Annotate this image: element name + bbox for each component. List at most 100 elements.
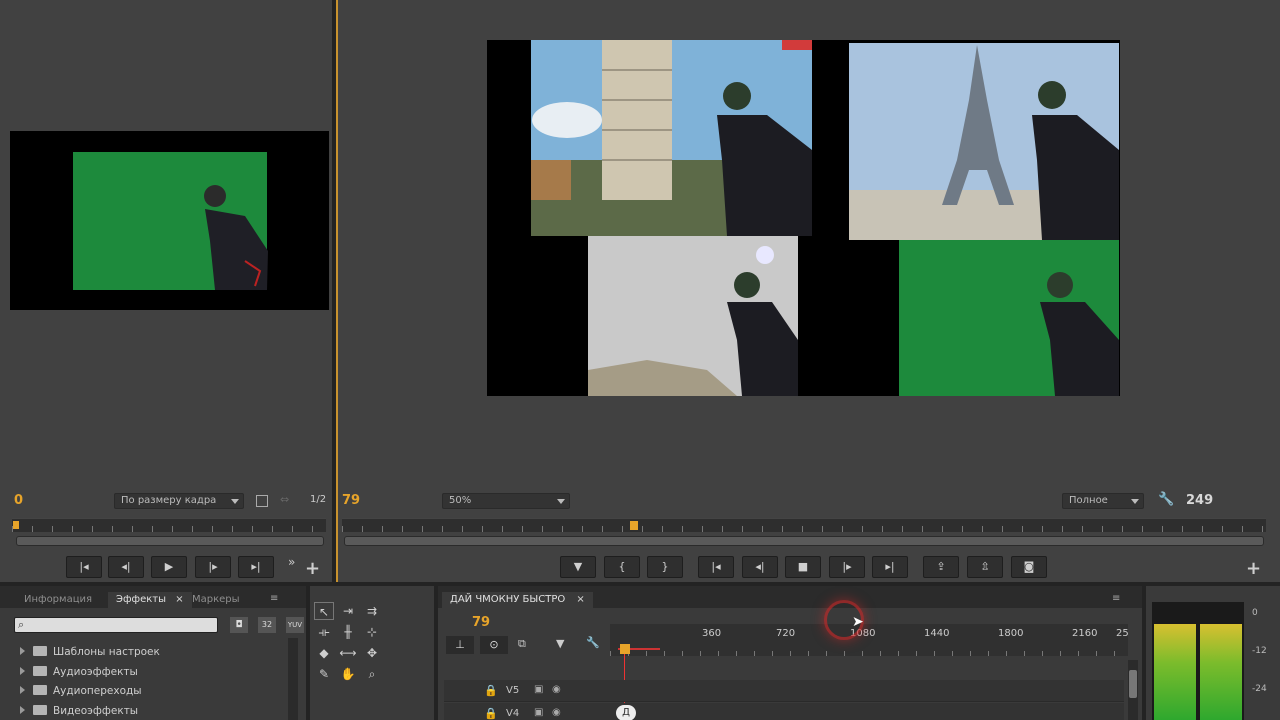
slip-tool-icon[interactable]: ⟷ (338, 644, 358, 662)
mark-out-button[interactable]: } (647, 556, 683, 578)
ripple-select-tool-icon[interactable]: ⇉ (362, 602, 382, 620)
add-marker-button[interactable]: ▼ (560, 556, 596, 578)
folder-icon (33, 705, 47, 715)
more-controls-icon[interactable]: » (288, 555, 295, 569)
ruler-label: 1440 (924, 628, 950, 639)
film-icon[interactable]: ▣ (534, 707, 543, 718)
clip-marker[interactable]: Д (616, 705, 636, 720)
source-playhead[interactable] (13, 521, 19, 529)
hand-tool-icon[interactable]: ✋ (338, 665, 358, 683)
zoom-tool-icon[interactable]: ⌕ (362, 665, 382, 683)
go-to-in-button[interactable]: |◂ (66, 556, 102, 578)
ruler-label: 2160 (1072, 628, 1098, 639)
track-v4[interactable]: 🔒 V4 ▣ ◉ Д (444, 703, 1124, 720)
marker-icon[interactable]: ▼ (556, 637, 564, 650)
panel-menu-icon[interactable]: ≡ (1112, 593, 1120, 604)
accelerated-effects-icon[interactable]: ◘ (230, 617, 248, 633)
wrench-icon[interactable]: 🔧 (586, 636, 600, 649)
extract-button[interactable]: ⇫ (967, 556, 1003, 578)
film-icon[interactable]: ▣ (534, 684, 543, 695)
panel-menu-icon[interactable]: ≡ (270, 593, 278, 604)
selection-tool-icon[interactable]: ↖ (314, 602, 334, 620)
source-video-frame[interactable] (10, 131, 329, 310)
track-v5[interactable]: 🔒 V5 ▣ ◉ (444, 680, 1124, 702)
add-button-icon[interactable]: + (1246, 560, 1261, 578)
source-time-ruler[interactable] (12, 518, 326, 532)
tree-item-audio-effects[interactable]: Аудиоэффекты (20, 663, 138, 681)
step-back-button[interactable]: ◂| (108, 556, 144, 578)
slide-tool-icon[interactable]: ✥ (362, 644, 382, 662)
step-forward-button[interactable]: |▸ (829, 556, 865, 578)
expand-icon (20, 647, 25, 655)
go-to-in-icon: |◂ (711, 560, 721, 573)
tab-effects[interactable]: Эффекты × (108, 592, 192, 608)
razor-tool-icon[interactable]: ◆ (314, 644, 334, 662)
go-to-in-button[interactable]: |◂ (698, 556, 734, 578)
effects-search-input[interactable]: ⌕ (14, 617, 218, 633)
meter-label: -12 (1252, 646, 1267, 656)
timeline-playhead[interactable] (620, 644, 630, 654)
close-icon[interactable]: × (175, 594, 183, 605)
source-resolution[interactable]: 1/2 (310, 494, 326, 505)
snap-icon[interactable]: ⊥ (446, 636, 474, 654)
nest-icon[interactable]: ⧉ (518, 637, 526, 651)
ruler-label: 360 (702, 628, 722, 639)
program-time-ruler[interactable] (342, 518, 1266, 532)
tree-item-audio-transitions[interactable]: Аудиопереходы (20, 682, 142, 700)
tab-markers[interactable]: Маркеры (184, 592, 248, 608)
go-to-in-icon: |◂ (79, 560, 89, 573)
program-monitor: 79 50% Полное 🔧 249 ▼ { } |◂ ◂| ■ |▸ ▸| … (336, 0, 1280, 582)
track-select-tool-icon[interactable]: ⇥ (338, 602, 358, 620)
step-forward-icon: |▸ (208, 560, 218, 573)
pen-tool-icon[interactable]: ✎ (314, 665, 334, 683)
rate-stretch-tool-icon[interactable]: ⊹ (362, 623, 382, 641)
wrench-icon[interactable]: 🔧 (1158, 492, 1174, 507)
timeline-scrollbar[interactable] (1128, 660, 1138, 720)
32bit-effects-icon[interactable]: 32 (258, 617, 276, 633)
source-zoom-scrollbar[interactable] (16, 536, 324, 546)
audio-meter-panel: 0 -12 -24 (1146, 586, 1280, 720)
program-video-frame[interactable] (487, 40, 1120, 396)
program-timecode[interactable]: 79 (342, 493, 360, 508)
go-to-out-button[interactable]: ▸| (238, 556, 274, 578)
timeline-ruler[interactable]: 360 720 1080 1440 1800 2160 25 (610, 624, 1129, 656)
add-button-icon[interactable]: + (305, 560, 320, 578)
source-zoom-dropdown[interactable]: По размеру кадра (114, 493, 244, 509)
ruler-label: 25 (1116, 628, 1129, 639)
timeline-timecode[interactable]: 79 (472, 615, 490, 630)
lock-icon[interactable]: 🔒 (484, 707, 498, 720)
ripple-edit-tool-icon[interactable]: ⟛ (314, 623, 334, 641)
mark-in-button[interactable]: { (604, 556, 640, 578)
play-button[interactable]: ▶ (151, 556, 187, 578)
tab-sequence[interactable]: ДАЙ ЧМОКНУ БЫСТРО × (442, 592, 593, 608)
step-forward-button[interactable]: |▸ (195, 556, 231, 578)
rolling-edit-tool-icon[interactable]: ╫ (338, 623, 358, 641)
lift-button[interactable]: ⇪ (923, 556, 959, 578)
effects-scrollbar[interactable] (288, 638, 298, 720)
link-icon[interactable]: ⊙ (480, 636, 508, 654)
go-to-out-button[interactable]: ▸| (872, 556, 908, 578)
audio-meter (1152, 602, 1244, 720)
eye-icon[interactable]: ◉ (552, 684, 561, 695)
export-frame-button[interactable]: ◙ (1011, 556, 1047, 578)
meter-right-channel (1200, 624, 1242, 720)
settings-icon[interactable] (256, 495, 268, 507)
stop-button[interactable]: ■ (785, 556, 821, 578)
tree-item-video-effects[interactable]: Видеоэффекты (20, 702, 138, 720)
source-timecode[interactable]: 0 (14, 493, 23, 508)
program-quality-dropdown[interactable]: Полное (1062, 493, 1144, 509)
effects-tabbar: Информация Эффекты × Маркеры ≡ (0, 586, 306, 608)
tree-item-presets[interactable]: Шаблоны настроек (20, 643, 160, 661)
tab-info[interactable]: Информация (16, 592, 100, 608)
lock-icon[interactable]: 🔒 (484, 684, 498, 697)
stop-icon: ■ (797, 560, 809, 573)
eye-icon[interactable]: ◉ (552, 707, 561, 718)
program-zoom-scrollbar[interactable] (344, 536, 1264, 546)
program-playhead[interactable] (630, 521, 638, 530)
program-zoom-dropdown[interactable]: 50% (442, 493, 570, 509)
yuv-effects-icon[interactable]: YUV (286, 617, 304, 633)
close-icon[interactable]: × (576, 594, 584, 605)
ruler-label: 1800 (998, 628, 1024, 639)
step-back-button[interactable]: ◂| (742, 556, 778, 578)
source-zoom-value: По размеру кадра (121, 495, 217, 506)
